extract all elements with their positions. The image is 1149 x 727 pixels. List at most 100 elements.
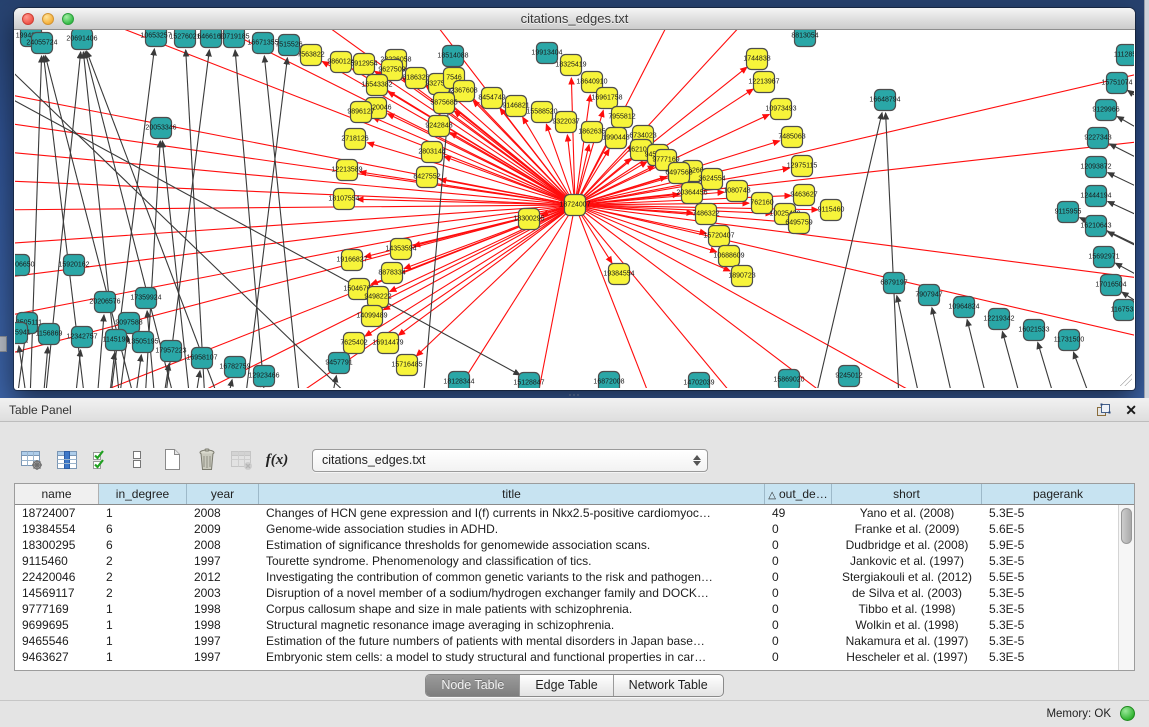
cell-pagerank[interactable]: 5.5E-5 — [982, 569, 1134, 585]
column-header-title[interactable]: title — [259, 484, 765, 504]
cell-pagerank[interactable]: 5.3E-5 — [982, 553, 1134, 569]
cell-name[interactable]: 9777169 — [15, 601, 99, 617]
cell-year[interactable]: 1997 — [187, 649, 259, 665]
column-header-in_degree[interactable]: in_degree — [99, 484, 187, 504]
cell-title[interactable]: Tourette syndrome. Phenomenology and cla… — [259, 553, 765, 569]
tab-network-table[interactable]: Network Table — [613, 675, 723, 696]
close-panel-icon[interactable]: ✕ — [1125, 403, 1137, 417]
cell-out_degree[interactable]: 0 — [765, 569, 832, 585]
cell-name[interactable]: 18300295 — [15, 537, 99, 553]
cell-title[interactable]: Changes of HCN gene expression and I(f) … — [259, 505, 765, 521]
cell-out_degree[interactable]: 0 — [765, 537, 832, 553]
column-header-out_degree[interactable]: △out_de… — [765, 484, 832, 504]
browse-columns-icon[interactable] — [55, 448, 79, 472]
tab-node-table[interactable]: Node Table — [426, 675, 519, 696]
cell-short[interactable]: Tibbo et al. (1998) — [832, 601, 982, 617]
select-rows-icon[interactable] — [90, 448, 114, 472]
cell-pagerank[interactable]: 5.6E-5 — [982, 521, 1134, 537]
cell-name[interactable]: 18724007 — [15, 505, 99, 521]
cell-out_degree[interactable]: 0 — [765, 649, 832, 665]
cell-in_degree[interactable]: 1 — [99, 633, 187, 649]
cell-name[interactable]: 9699695 — [15, 617, 99, 633]
cell-in_degree[interactable]: 1 — [99, 505, 187, 521]
cell-year[interactable]: 2009 — [187, 521, 259, 537]
table-row[interactable]: 1872400712008Changes of HCN gene express… — [15, 505, 1134, 521]
cell-in_degree[interactable]: 6 — [99, 521, 187, 537]
cell-name[interactable]: 9115460 — [15, 553, 99, 569]
cell-pagerank[interactable]: 5.3E-5 — [982, 617, 1134, 633]
cell-short[interactable]: Wolkin et al. (1998) — [832, 617, 982, 633]
cell-in_degree[interactable]: 1 — [99, 649, 187, 665]
cell-short[interactable]: Jankovic et al. (1997) — [832, 553, 982, 569]
cell-short[interactable]: Stergiakouli et al. (2012) — [832, 569, 982, 585]
cell-in_degree[interactable]: 2 — [99, 585, 187, 601]
cell-in_degree[interactable]: 2 — [99, 569, 187, 585]
cell-year[interactable]: 2003 — [187, 585, 259, 601]
cell-short[interactable]: Franke et al. (2009) — [832, 521, 982, 537]
cell-year[interactable]: 2008 — [187, 505, 259, 521]
cell-year[interactable]: 1997 — [187, 553, 259, 569]
cell-out_degree[interactable]: 49 — [765, 505, 832, 521]
cell-short[interactable]: Dudbridge et al. (2008) — [832, 537, 982, 553]
cell-name[interactable]: 9463627 — [15, 649, 99, 665]
table-row[interactable]: 1830029562008Estimation of significance … — [15, 537, 1134, 553]
cell-title[interactable]: Estimation of significance thresholds fo… — [259, 537, 765, 553]
cell-name[interactable]: 9465546 — [15, 633, 99, 649]
cell-out_degree[interactable]: 0 — [765, 521, 832, 537]
scrollbar-thumb[interactable] — [1121, 508, 1132, 544]
column-header-short[interactable]: short — [832, 484, 982, 504]
network-canvas[interactable]: 1872400775638229860124591295423226058962… — [15, 30, 1134, 388]
function-builder-icon[interactable]: f(x) — [265, 448, 289, 472]
cell-pagerank[interactable]: 5.3E-5 — [982, 649, 1134, 665]
table-settings-icon[interactable] — [20, 448, 44, 472]
table-row[interactable]: 1938455462009Genome-wide association stu… — [15, 521, 1134, 537]
cell-year[interactable]: 1998 — [187, 601, 259, 617]
delete-table-icon[interactable] — [195, 448, 219, 472]
cell-pagerank[interactable]: 5.3E-5 — [982, 601, 1134, 617]
cell-out_degree[interactable]: 0 — [765, 585, 832, 601]
vertical-stack-icon[interactable] — [125, 448, 149, 472]
cell-title[interactable]: Embryonic stem cells: a model to study s… — [259, 649, 765, 665]
column-header-pagerank[interactable]: pagerank — [982, 484, 1134, 504]
tab-edge-table[interactable]: Edge Table — [519, 675, 612, 696]
cell-year[interactable]: 2012 — [187, 569, 259, 585]
cell-name[interactable]: 22420046 — [15, 569, 99, 585]
cell-pagerank[interactable]: 5.3E-5 — [982, 585, 1134, 601]
cell-name[interactable]: 14569117 — [15, 585, 99, 601]
cell-title[interactable]: Investigating the contribution of common… — [259, 569, 765, 585]
cell-out_degree[interactable]: 0 — [765, 601, 832, 617]
table-row[interactable]: 1456911722003Disruption of a novel membe… — [15, 585, 1134, 601]
cell-year[interactable]: 1997 — [187, 633, 259, 649]
table-scrollbar[interactable] — [1118, 505, 1134, 670]
table-row[interactable]: 969969511998Structural magnetic resonanc… — [15, 617, 1134, 633]
cell-out_degree[interactable]: 0 — [765, 553, 832, 569]
panel-divider-handle[interactable] — [567, 393, 581, 398]
table-row[interactable]: 911546021997Tourette syndrome. Phenomeno… — [15, 553, 1134, 569]
cell-name[interactable]: 19384554 — [15, 521, 99, 537]
column-header-name[interactable]: name — [15, 484, 99, 504]
cell-out_degree[interactable]: 0 — [765, 633, 832, 649]
network-window-titlebar[interactable]: citations_edges.txt — [14, 8, 1135, 30]
cell-year[interactable]: 2008 — [187, 537, 259, 553]
cell-short[interactable]: Hescheler et al. (1997) — [832, 649, 982, 665]
cell-out_degree[interactable]: 0 — [765, 617, 832, 633]
cell-pagerank[interactable]: 5.3E-5 — [982, 633, 1134, 649]
cell-short[interactable]: de Silva et al. (2003) — [832, 585, 982, 601]
float-window-icon[interactable] — [1096, 403, 1111, 417]
cell-in_degree[interactable]: 1 — [99, 601, 187, 617]
cell-short[interactable]: Yano et al. (2008) — [832, 505, 982, 521]
table-row[interactable]: 946362711997Embryonic stem cells: a mode… — [15, 649, 1134, 665]
cell-title[interactable]: Corpus callosum shape and size in male p… — [259, 601, 765, 617]
cell-in_degree[interactable]: 6 — [99, 537, 187, 553]
table-row[interactable]: 2242004622012Investigating the contribut… — [15, 569, 1134, 585]
cell-pagerank[interactable]: 5.3E-5 — [982, 505, 1134, 521]
table-row[interactable]: 977716911998Corpus callosum shape and si… — [15, 601, 1134, 617]
cell-title[interactable]: Disruption of a novel member of a sodium… — [259, 585, 765, 601]
cell-year[interactable]: 1998 — [187, 617, 259, 633]
new-table-icon[interactable] — [160, 448, 184, 472]
cell-title[interactable]: Structural magnetic resonance image aver… — [259, 617, 765, 633]
cell-title[interactable]: Estimation of the future numbers of pati… — [259, 633, 765, 649]
memory-status-green-dot-icon[interactable] — [1120, 706, 1135, 721]
cell-in_degree[interactable]: 1 — [99, 617, 187, 633]
window-resize-grip[interactable] — [1120, 374, 1132, 386]
